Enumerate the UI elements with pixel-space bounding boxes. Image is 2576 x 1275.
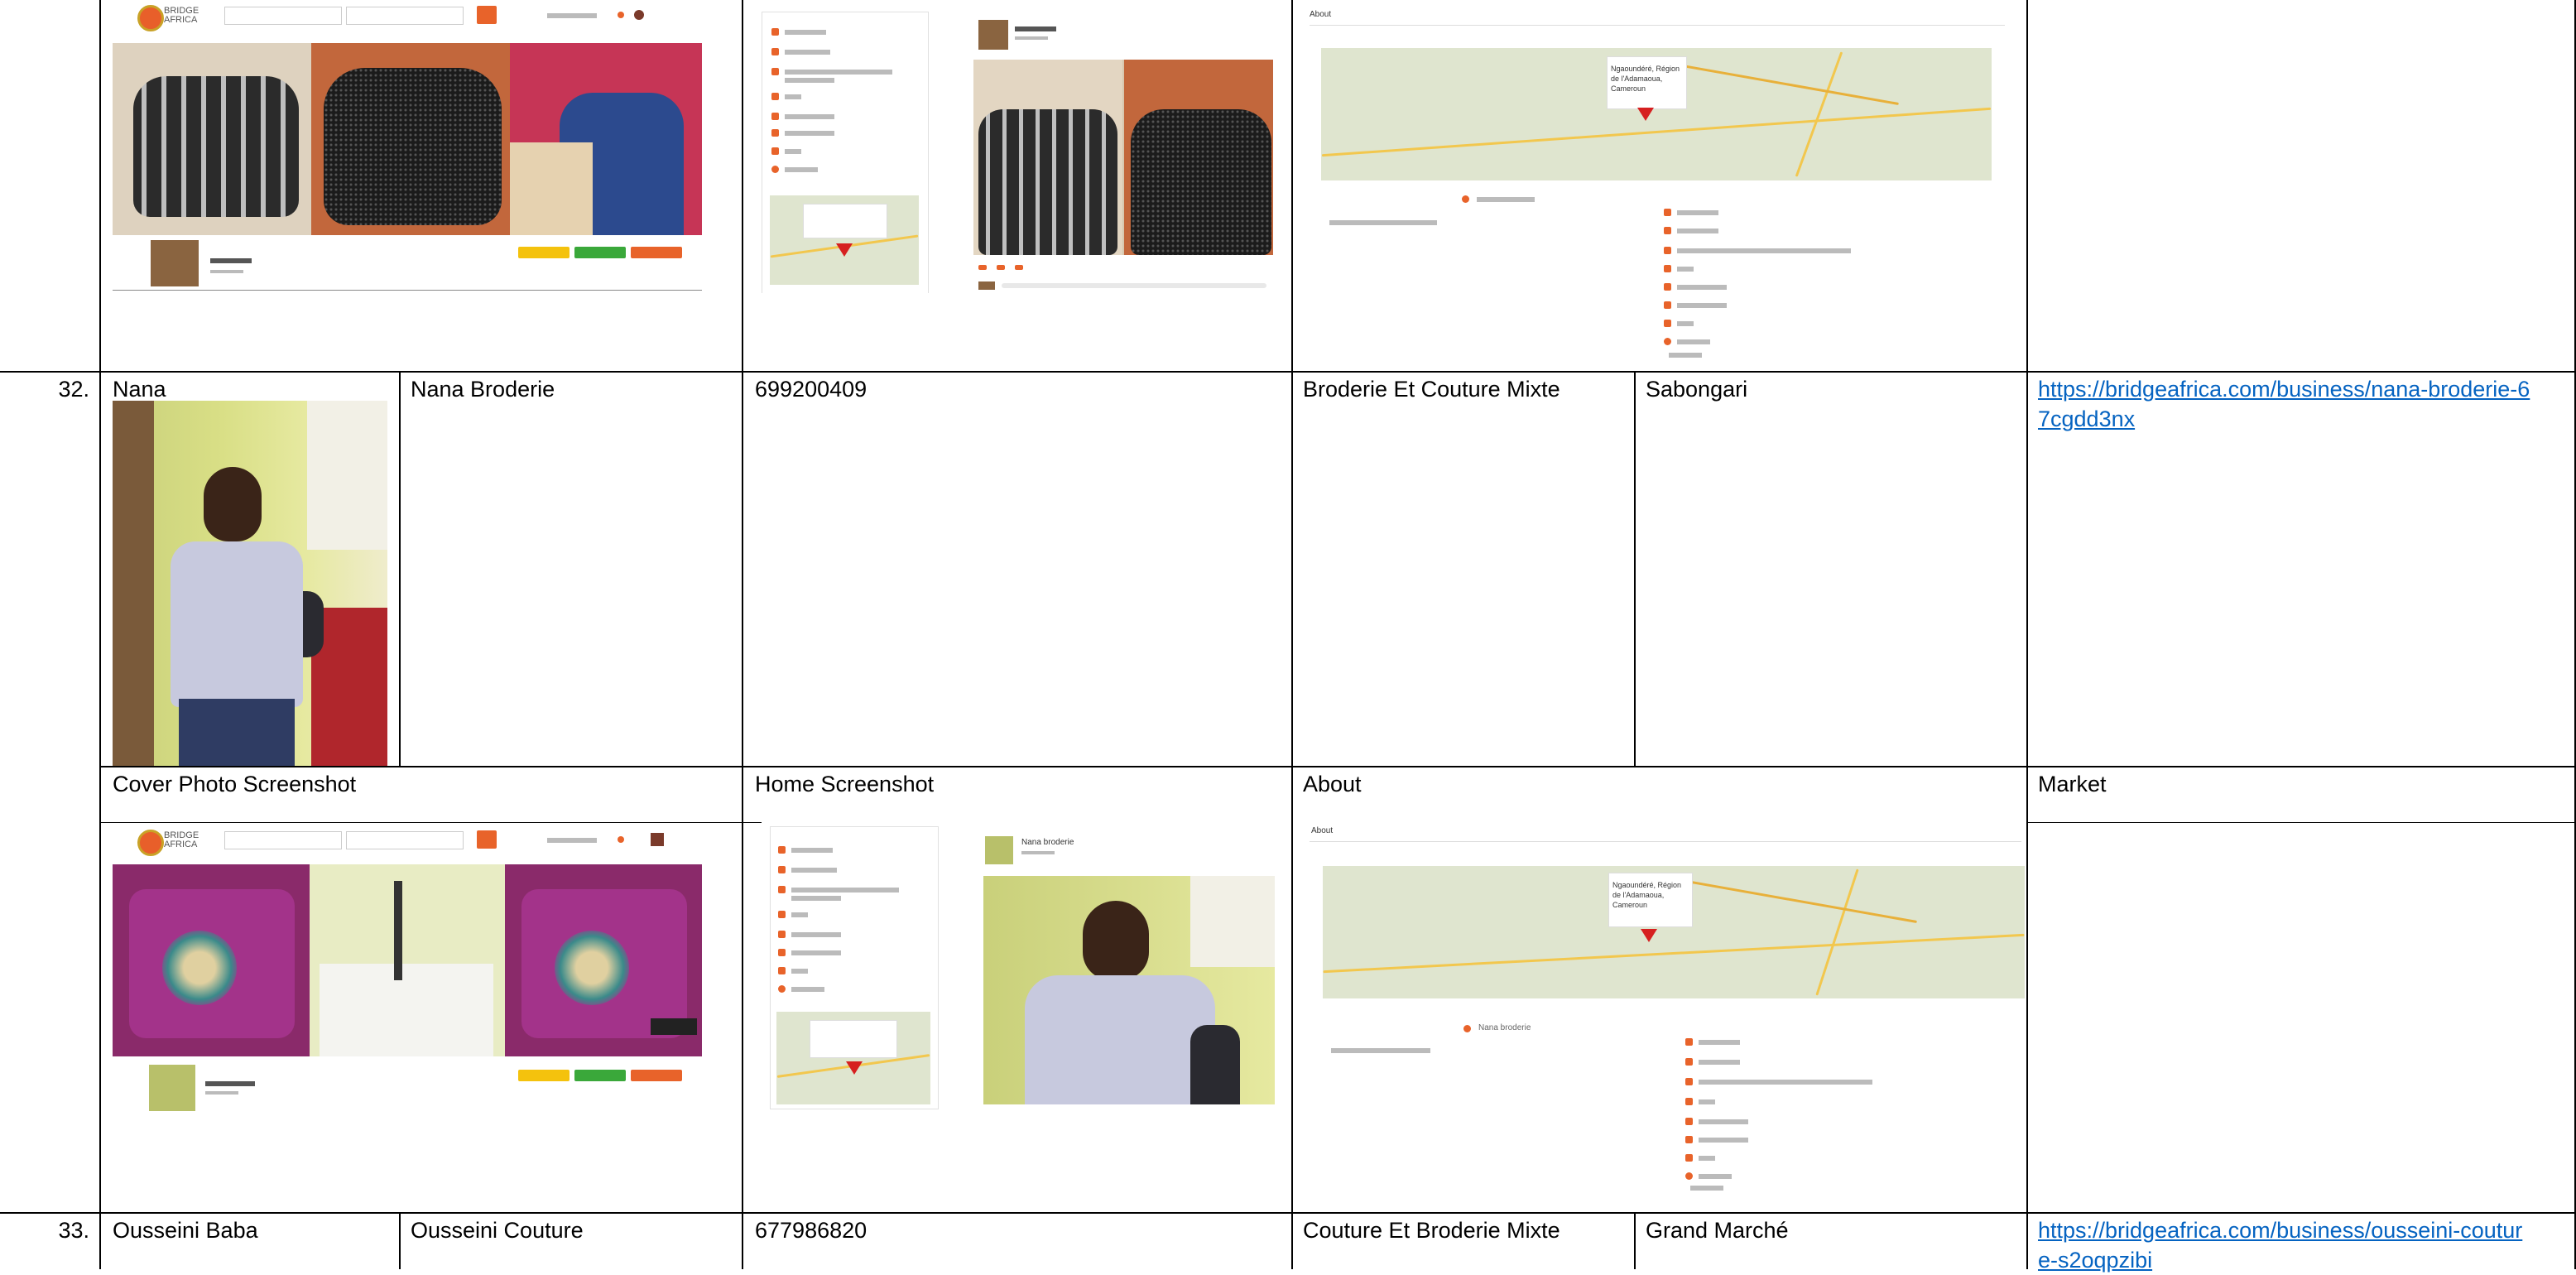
row-separator-headers-bottom2 xyxy=(2026,822,2576,823)
home-avatar xyxy=(978,20,1008,50)
owner-name: Ousseini Baba xyxy=(113,1218,258,1243)
about-label: About xyxy=(1311,826,1334,835)
header-cover-photo: Cover Photo Screenshot xyxy=(113,772,357,796)
map-info-card: Ngaoundéré, Région de l'Adamaoua, Camero… xyxy=(1608,873,1693,927)
business-category: Couture Et Broderie Mixte xyxy=(1303,1218,1560,1243)
header-market: Market xyxy=(2038,772,2107,796)
location-input xyxy=(346,7,464,25)
message-button xyxy=(574,247,626,258)
business-name: Ousseini Couture xyxy=(411,1218,584,1243)
direction-button xyxy=(631,1070,682,1081)
bridgeafrica-logo-icon xyxy=(137,5,164,31)
col-line-category-33 xyxy=(1291,1212,1293,1269)
owner-name: Nana xyxy=(113,377,166,402)
cover-screenshot-top: BRIDGE AFRICA xyxy=(113,0,702,291)
community-button xyxy=(518,247,570,258)
col-line-business-33 xyxy=(399,1212,401,1269)
home-post-photo xyxy=(973,60,1273,255)
map-info-card: Ngaoundéré, Région de l'Adamaoua, Camero… xyxy=(1607,56,1687,109)
home-post-photo xyxy=(983,876,1275,1104)
search-input xyxy=(224,831,342,849)
about-label: About xyxy=(1310,10,1332,19)
business-url[interactable]: https://bridgeafrica.com/business/nana-b… xyxy=(2038,374,2535,434)
col-line-category-32 xyxy=(1291,371,1293,766)
phone-number: 677986820 xyxy=(755,1218,867,1243)
search-button xyxy=(477,830,497,849)
header-home: Home Screenshot xyxy=(755,772,935,796)
header-about: About xyxy=(1303,772,1362,796)
col-line-phone-33 xyxy=(742,1212,743,1269)
map-pin-icon xyxy=(1637,108,1654,121)
map-pin-icon xyxy=(1641,929,1657,942)
home-screenshot-top xyxy=(762,12,1275,293)
location-input xyxy=(346,831,464,849)
about-map: Ngaoundéré, Région de l'Adamaoua, Camero… xyxy=(1321,48,1992,180)
row-separator-33 xyxy=(0,1212,2576,1214)
bridgeafrica-logo-icon xyxy=(137,830,164,856)
profile-avatar xyxy=(151,240,199,286)
col-line-phone-32 xyxy=(742,371,743,766)
home-avatar xyxy=(985,836,1013,864)
profile-avatar xyxy=(149,1065,195,1111)
col-line-location-32 xyxy=(1634,371,1636,766)
about-map: Ngaoundéré, Région de l'Adamaoua, Camero… xyxy=(1323,866,2025,998)
business-location: Sabongari xyxy=(1646,377,1748,402)
col-line-business-32 xyxy=(399,371,401,766)
home-profile-name: Nana broderie xyxy=(1021,838,1074,847)
site-header: BRIDGE AFRICA xyxy=(113,0,702,31)
cover-photo-embroidery xyxy=(113,864,702,1056)
row-separator-headers-bottom xyxy=(99,822,762,823)
cover-screenshot: BRIDGE AFRICA xyxy=(113,825,702,1111)
col-line-home-2 xyxy=(742,766,743,1212)
phone-number: 699200409 xyxy=(755,377,867,402)
home-screenshot: Nana broderie xyxy=(765,825,1278,1111)
search-button xyxy=(477,6,497,24)
col-line-market-top xyxy=(2026,0,2028,371)
col-line-about-top xyxy=(1291,0,1293,371)
row-number: 33. xyxy=(58,1218,89,1243)
col-line-market-2 xyxy=(2026,766,2028,1212)
owner-photo xyxy=(113,401,387,766)
row-separator-32 xyxy=(0,371,2576,373)
search-input xyxy=(224,7,342,25)
site-header: BRIDGE AFRICA xyxy=(113,825,702,856)
row-separator-headers xyxy=(99,766,2576,767)
message-button xyxy=(574,1070,626,1081)
col-line-about-2 xyxy=(1291,766,1293,1212)
col-line-url-33 xyxy=(2026,1212,2028,1269)
col-line-url-32 xyxy=(2026,371,2028,766)
mini-map xyxy=(770,195,919,285)
business-url[interactable]: https://bridgeafrica.com/business/oussei… xyxy=(2038,1215,2535,1275)
col-line-home-top xyxy=(742,0,743,371)
direction-button xyxy=(631,247,682,258)
mini-map xyxy=(776,1012,930,1104)
cover-photo-sofas xyxy=(113,43,702,235)
about-screenshot-top: About Ngaoundéré, Région de l'Adamaoua, … xyxy=(1305,7,2013,371)
community-button xyxy=(518,1070,570,1081)
business-name: Nana Broderie xyxy=(411,377,555,402)
table-border-left xyxy=(99,0,101,1269)
about-place-name: Nana broderie xyxy=(1478,1023,1531,1032)
business-location: Grand Marché xyxy=(1646,1218,1789,1243)
logo-text: BRIDGE AFRICA xyxy=(164,6,199,25)
row-number: 32. xyxy=(58,377,89,402)
col-line-location-33 xyxy=(1634,1212,1636,1269)
business-category: Broderie Et Couture Mixte xyxy=(1303,377,1560,402)
about-screenshot: About Ngaoundéré, Région de l'Adamaoua, … xyxy=(1305,823,2025,1196)
